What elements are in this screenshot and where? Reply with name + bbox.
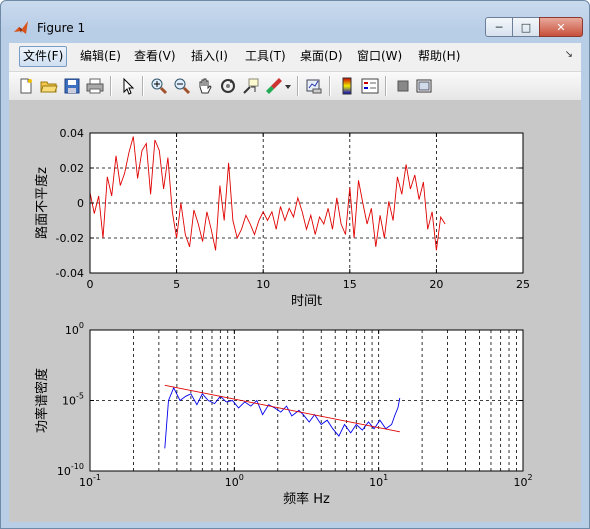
colorbar-icon[interactable]: [338, 77, 356, 95]
x-tick-label: 10-1: [79, 473, 101, 489]
x-tick-label: 100: [225, 473, 244, 489]
menu-window[interactable]: 窗口(W): [354, 47, 405, 66]
print-icon[interactable]: [86, 77, 104, 95]
menu-tools[interactable]: 工具(T): [242, 47, 289, 66]
y-tick-label: 0: [77, 197, 84, 210]
new-file-icon[interactable]: [17, 77, 35, 95]
y-tick-label: 0.04: [60, 127, 85, 140]
x-tick-label: 20: [429, 278, 443, 291]
y-axis-label: 路面不平度z: [34, 167, 50, 239]
brush-icon[interactable]: [265, 77, 283, 95]
x-tick-label: 102: [513, 473, 532, 489]
axes-1: 0 5 10 15 20 25 -0.04 -0.02 0 0.02 0.04 时间t 路面不平度z: [34, 127, 530, 309]
toolbar-separator: [110, 76, 112, 96]
y-tick-label: -0.04: [56, 267, 84, 280]
figure-canvas: 0 5 10 15 20 25 -0.04 -0.02 0 0.02 0.04 时间t 路面不平度z 10…: [9, 101, 581, 522]
minimize-button[interactable]: ─: [485, 17, 513, 37]
window-controls: ─ □ ✕: [485, 17, 583, 37]
x-tick-label: 25: [516, 278, 530, 291]
toolbar-separator: [297, 76, 299, 96]
axes-2: 10-1 100 101 10210-1010-5100频率 Hz功率谱密度: [34, 321, 533, 507]
x-tick-label: 15: [343, 278, 357, 291]
toolbar-separator: [142, 76, 144, 96]
menu-file[interactable]: 文件(F): [19, 46, 68, 67]
figure-toolbar: [9, 72, 581, 101]
menu-view[interactable]: 查看(V): [131, 47, 179, 66]
menu-edit[interactable]: 编辑(E): [77, 47, 124, 66]
figure-window: Figure 1 ─ □ ✕ 文件(F) 编辑(E) 查看(V) 插入(I) 工…: [0, 0, 590, 529]
menu-desktop[interactable]: 桌面(D): [297, 47, 346, 66]
maximize-button[interactable]: □: [512, 17, 540, 37]
rotate-3d-icon[interactable]: [219, 77, 237, 95]
brush-dropdown-icon[interactable]: [283, 77, 293, 95]
menu-overflow-icon[interactable]: ↘: [565, 49, 573, 60]
x-tick-label: 0: [87, 278, 94, 291]
pan-hand-icon[interactable]: [196, 77, 214, 95]
zoom-in-icon[interactable]: [150, 77, 168, 95]
menu-help[interactable]: 帮助(H): [415, 47, 463, 66]
pointer-icon[interactable]: [119, 77, 137, 95]
x-tick-label: 5: [173, 278, 180, 291]
close-button[interactable]: ✕: [539, 17, 583, 37]
menu-insert[interactable]: 插入(I): [188, 47, 231, 66]
data-cursor-icon[interactable]: [242, 77, 260, 95]
y-tick-label: -0.02: [56, 232, 84, 245]
y-tick-label: 10-5: [62, 392, 84, 408]
toolbar-separator: [329, 76, 331, 96]
window-title: Figure 1: [37, 21, 86, 35]
x-axis-label: 时间t: [291, 294, 322, 309]
zoom-out-icon[interactable]: [173, 77, 191, 95]
link-plot-icon[interactable]: [305, 77, 323, 95]
x-tick-label: 10: [256, 278, 270, 291]
y-tick-label: 0.02: [60, 162, 85, 175]
matlab-logo-icon: [14, 21, 28, 34]
title-bar[interactable]: Figure 1 ─ □ ✕: [1, 1, 589, 43]
hide-plot-tools-icon[interactable]: [394, 77, 412, 95]
plot-area: 0 5 10 15 20 25 -0.04 -0.02 0 0.02 0.04 时间t 路面不平度z 10…: [34, 127, 533, 507]
x-tick-label: 101: [369, 473, 388, 489]
x-axis-label: 频率 Hz: [283, 491, 330, 507]
show-plot-tools-icon[interactable]: [415, 77, 433, 95]
y-tick-label: 100: [65, 321, 84, 337]
y-axis-label: 功率谱密度: [34, 368, 50, 433]
legend-icon[interactable]: [361, 77, 379, 95]
menu-bar: 文件(F) 编辑(E) 查看(V) 插入(I) 工具(T) 桌面(D) 窗口(W…: [9, 43, 581, 72]
save-icon[interactable]: [63, 77, 81, 95]
toolbar-separator: [385, 76, 387, 96]
open-folder-icon[interactable]: [40, 77, 58, 95]
